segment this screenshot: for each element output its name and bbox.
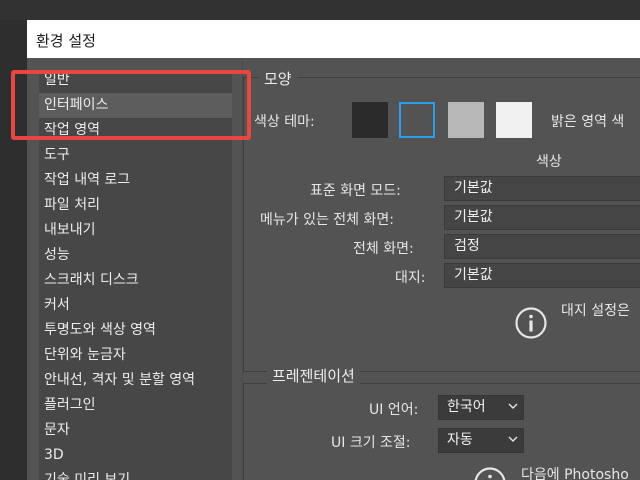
sidebar-item-label: 파일 처리 — [44, 197, 100, 213]
title-bar: 환경 설정 — [27, 20, 640, 58]
theme-swatch-medium-dark[interactable] — [399, 102, 435, 138]
standard-screen-mode-label: 표준 화면 모드: — [310, 183, 401, 199]
sidebar-item-label: 플러그인 — [44, 397, 96, 413]
full-screen-select[interactable]: 검정 — [444, 234, 640, 259]
ui-language-value: 한국어 — [447, 399, 486, 415]
full-screen-with-menus-value: 기본값 — [454, 209, 493, 225]
chevron-down-icon — [508, 436, 518, 442]
full-screen-label: 전체 화면: — [353, 241, 414, 257]
ui-scaling-label: UI 크기 조절: — [331, 435, 411, 451]
appearance-group-title: 모양 — [259, 68, 297, 89]
full-screen-value: 검정 — [454, 238, 480, 254]
sidebar-item-scratch-disks[interactable]: 스크래치 디스크 — [39, 268, 232, 293]
info-icon — [515, 307, 547, 339]
info-icon — [474, 467, 506, 480]
sidebar-item-3d[interactable]: 3D — [39, 443, 232, 468]
sidebar-item-export[interactable]: 내보내기 — [39, 218, 232, 243]
sidebar-item-label: 도구 — [44, 147, 70, 163]
artboard-settings-note: 대지 설정은 — [561, 303, 630, 319]
standard-screen-mode-value: 기본값 — [454, 180, 493, 196]
theme-swatch-darkest[interactable] — [352, 102, 388, 138]
sidebar-item-label: 3D — [44, 447, 64, 463]
color-theme-label: 색상 테마: — [254, 114, 315, 130]
ui-language-select[interactable]: 한국어 — [438, 395, 524, 420]
sidebar-item-label: 작업 내역 로그 — [44, 172, 131, 188]
annotation-highlight-frame — [11, 70, 251, 140]
ui-scaling-value: 자동 — [447, 432, 473, 448]
ui-language-label: UI 언어: — [369, 402, 419, 418]
standard-screen-mode-select[interactable]: 기본값 — [444, 176, 640, 201]
theme-swatch-lightest[interactable] — [496, 102, 532, 138]
sidebar-item-tools[interactable]: 도구 — [39, 143, 232, 168]
sidebar-item-label: 안내선, 격자 및 분할 영역 — [44, 372, 196, 388]
color-column-header: 색상 — [536, 154, 562, 170]
presentation-restart-note: 다음에 Photosho — [521, 467, 629, 480]
desktop-top-strip — [0, 0, 640, 20]
sidebar-item-label: 커서 — [44, 297, 70, 313]
artboard-select[interactable]: 기본값 — [444, 263, 640, 288]
sidebar-item-label: 내보내기 — [44, 222, 96, 238]
presentation-group-title: 프레젠테이션 — [267, 365, 360, 386]
sidebar-item-type[interactable]: 문자 — [39, 418, 232, 443]
sidebar-item-label: 문자 — [44, 422, 70, 438]
sidebar-item-performance[interactable]: 성능 — [39, 243, 232, 268]
dialog-title: 환경 설정 — [36, 32, 96, 50]
theme-swatch-medium-light[interactable] — [448, 102, 484, 138]
full-screen-with-menus-select[interactable]: 기본값 — [444, 205, 640, 230]
sidebar-item-label: 투명도와 색상 영역 — [44, 322, 156, 338]
sidebar-item-label: 성능 — [44, 247, 70, 263]
sidebar-item-cursors[interactable]: 커서 — [39, 293, 232, 318]
sidebar-item-technology-previews[interactable]: 기술 미리 보기 — [39, 468, 232, 480]
sidebar-item-transparency-gamut[interactable]: 투명도와 색상 영역 — [39, 318, 232, 343]
ui-scaling-select[interactable]: 자동 — [438, 428, 524, 453]
sidebar-item-history-log[interactable]: 작업 내역 로그 — [39, 168, 232, 193]
sidebar-item-file-handling[interactable]: 파일 처리 — [39, 193, 232, 218]
artboard-label: 대지: — [395, 270, 426, 286]
full-screen-with-menus-label: 메뉴가 있는 전체 화면: — [260, 212, 394, 228]
sidebar-item-guides-grid-slices[interactable]: 안내선, 격자 및 분할 영역 — [39, 368, 232, 393]
sidebar-item-label: 스크래치 디스크 — [44, 272, 139, 288]
highlight-color-label: 밝은 영역 색 — [551, 114, 625, 130]
chevron-down-icon — [508, 403, 518, 409]
artboard-value: 기본값 — [454, 267, 493, 283]
sidebar-item-plugins[interactable]: 플러그인 — [39, 393, 232, 418]
sidebar-item-label: 단위와 눈금자 — [44, 347, 126, 363]
sidebar-item-units-rulers[interactable]: 단위와 눈금자 — [39, 343, 232, 368]
sidebar-item-label: 기술 미리 보기 — [44, 472, 131, 480]
